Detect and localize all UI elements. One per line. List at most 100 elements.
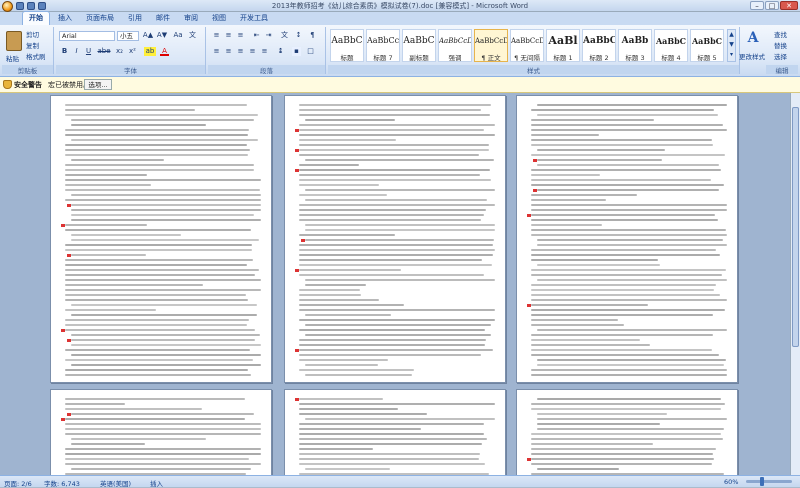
decrease-indent-icon[interactable]: ⇤ bbox=[252, 31, 261, 40]
text-line bbox=[299, 458, 480, 460]
zoom-slider[interactable] bbox=[746, 477, 792, 486]
style-heading-1[interactable]: AaBl 标题 1 bbox=[546, 29, 580, 62]
document-page-3[interactable] bbox=[516, 95, 738, 383]
text-line bbox=[537, 364, 724, 366]
chinese-layout-icon[interactable]: 文 bbox=[280, 31, 289, 40]
font-size-field[interactable]: 小五 bbox=[117, 31, 139, 41]
text-line bbox=[65, 423, 261, 425]
maximize-button[interactable]: □ bbox=[765, 1, 779, 10]
text-line bbox=[299, 214, 485, 216]
text-line bbox=[531, 324, 625, 326]
text-line bbox=[299, 309, 495, 311]
red-marker bbox=[295, 348, 299, 352]
document-page-2[interactable] bbox=[284, 95, 506, 383]
numbering-icon[interactable]: ≡ bbox=[224, 31, 233, 40]
grow-font-icon[interactable]: A▲ bbox=[142, 31, 154, 40]
align-center-icon[interactable]: ≡ bbox=[224, 47, 233, 56]
distributed-icon[interactable]: ≡ bbox=[260, 47, 269, 56]
text-line bbox=[71, 214, 255, 216]
format-painter-button[interactable]: 格式刷 bbox=[26, 51, 46, 61]
sort-icon[interactable]: ↕ bbox=[294, 31, 303, 40]
underline-button[interactable]: U bbox=[84, 47, 93, 56]
document-page-4[interactable] bbox=[50, 389, 272, 475]
clipboard-group: 粘贴 剪切 复制 格式刷 剪贴板 bbox=[2, 27, 54, 75]
find-button[interactable]: 查找 bbox=[774, 29, 787, 39]
style-sample: AaBl bbox=[548, 34, 578, 47]
font-color-icon[interactable]: A bbox=[160, 47, 169, 56]
borders-icon[interactable]: □ bbox=[306, 47, 315, 56]
tab-developer[interactable]: 开发工具 bbox=[234, 12, 274, 25]
tab-view[interactable]: 视图 bbox=[206, 12, 232, 25]
bullets-icon[interactable]: ≡ bbox=[212, 31, 221, 40]
document-page-6[interactable] bbox=[516, 389, 738, 475]
multilevel-list-icon[interactable]: ≡ bbox=[236, 31, 245, 40]
text-line bbox=[305, 199, 488, 201]
tab-references[interactable]: 引用 bbox=[122, 12, 148, 25]
text-line bbox=[305, 364, 379, 366]
align-left-icon[interactable]: ≡ bbox=[212, 47, 221, 56]
replace-button[interactable]: 替换 bbox=[774, 40, 787, 50]
strikethrough-button[interactable]: abe bbox=[97, 47, 111, 56]
clear-format-icon[interactable]: Aa bbox=[172, 31, 184, 40]
phonetic-icon[interactable]: 文 bbox=[188, 31, 197, 40]
style-emphasis[interactable]: AaBbCcDd 强调 bbox=[438, 29, 472, 62]
red-marker bbox=[295, 397, 299, 401]
style-heading-5[interactable]: AaBbC 标题 5 bbox=[690, 29, 724, 62]
text-line bbox=[299, 134, 495, 136]
superscript-button[interactable]: x² bbox=[127, 47, 138, 56]
justify-icon[interactable]: ≡ bbox=[248, 47, 257, 56]
scrollbar-thumb[interactable] bbox=[792, 107, 799, 347]
style-subtitle[interactable]: AaBbC 副标题 bbox=[402, 29, 436, 62]
text-line bbox=[71, 413, 255, 415]
style-heading-3[interactable]: AaBb 标题 3 bbox=[618, 29, 652, 62]
zoom-slider-thumb[interactable] bbox=[760, 477, 764, 486]
cut-button[interactable]: 剪切 bbox=[26, 29, 39, 39]
text-line bbox=[531, 403, 726, 405]
tab-page-layout[interactable]: 页面布局 bbox=[80, 12, 120, 25]
text-line bbox=[65, 329, 256, 331]
style-heading-7[interactable]: AaBbCc 标题 7 bbox=[366, 29, 400, 62]
italic-button[interactable]: I bbox=[72, 47, 81, 56]
increase-indent-icon[interactable]: ⇥ bbox=[264, 31, 273, 40]
security-options-button[interactable]: 选项... bbox=[84, 79, 112, 90]
bold-button[interactable]: B bbox=[60, 47, 69, 56]
tab-mailings[interactable]: 邮件 bbox=[150, 12, 176, 25]
style-sample: AaBbC bbox=[691, 36, 723, 46]
copy-button[interactable]: 复制 bbox=[26, 40, 39, 50]
text-line bbox=[65, 359, 254, 361]
tab-insert[interactable]: 插入 bbox=[52, 12, 78, 25]
text-line bbox=[65, 299, 249, 301]
text-line bbox=[71, 219, 261, 221]
font-name-field[interactable]: Arial bbox=[59, 31, 115, 41]
text-line bbox=[531, 369, 727, 371]
text-line bbox=[65, 264, 248, 266]
vertical-scrollbar[interactable] bbox=[790, 93, 800, 475]
line-spacing-icon[interactable]: ↨ bbox=[276, 47, 285, 56]
style-no-spacing[interactable]: AaBbCcDd ¶ 无间隔 bbox=[510, 29, 544, 62]
zoom-level[interactable]: 60% bbox=[724, 478, 738, 486]
style-title[interactable]: AaBbC 标题 bbox=[330, 29, 364, 62]
style-normal[interactable]: AaBbCcDd ¶ 正文 bbox=[474, 29, 508, 62]
document-page-5[interactable] bbox=[284, 389, 506, 475]
document-workspace[interactable] bbox=[0, 93, 790, 475]
shrink-font-icon[interactable]: A▼ bbox=[156, 31, 168, 40]
close-button[interactable]: ✕ bbox=[780, 1, 798, 10]
change-styles-icon[interactable]: A bbox=[745, 30, 761, 46]
highlight-icon[interactable]: ab bbox=[144, 47, 156, 56]
tab-review[interactable]: 审阅 bbox=[178, 12, 204, 25]
show-marks-icon[interactable]: ¶ bbox=[308, 31, 317, 40]
tab-home[interactable]: 开始 bbox=[22, 11, 50, 25]
subscript-button[interactable]: x₂ bbox=[114, 47, 125, 56]
align-right-icon[interactable]: ≡ bbox=[236, 47, 245, 56]
style-name: 标题 4 bbox=[661, 54, 681, 62]
style-heading-4[interactable]: AaBbC 标题 4 bbox=[654, 29, 688, 62]
minimize-button[interactable]: – bbox=[750, 1, 764, 10]
document-page-1[interactable] bbox=[50, 95, 272, 383]
paste-icon[interactable] bbox=[6, 31, 22, 51]
select-button[interactable]: 选择 bbox=[774, 51, 787, 61]
style-heading-2[interactable]: AaBbC 标题 2 bbox=[582, 29, 616, 62]
text-line bbox=[299, 354, 482, 356]
ribbon-tabs: 开始 插入 页面布局 引用 邮件 审阅 视图 开发工具 bbox=[0, 11, 800, 25]
shading-icon[interactable]: ▪ bbox=[292, 47, 301, 56]
paste-button[interactable]: 粘贴 bbox=[6, 53, 19, 63]
